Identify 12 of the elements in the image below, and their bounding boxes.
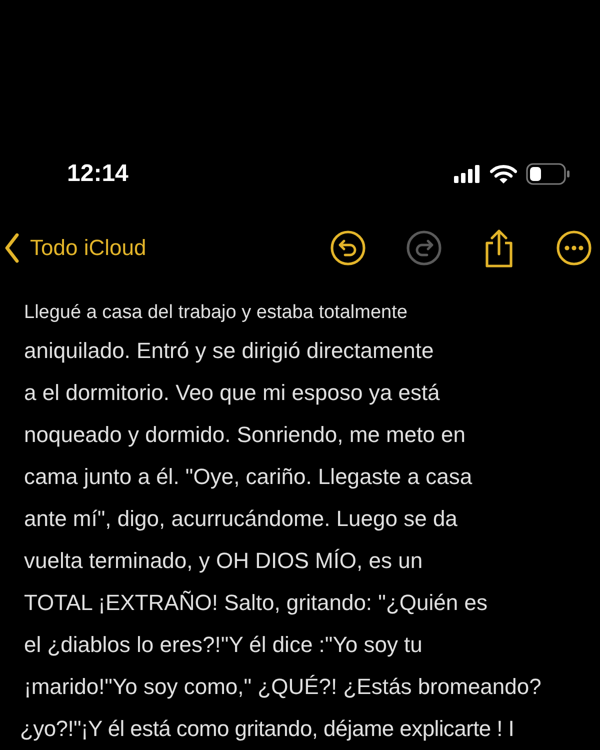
wifi-icon bbox=[490, 164, 517, 184]
redo-icon bbox=[406, 230, 442, 266]
undo-icon bbox=[330, 230, 366, 266]
undo-button[interactable] bbox=[330, 230, 366, 266]
signal-icon bbox=[454, 165, 481, 183]
more-icon bbox=[556, 230, 592, 266]
back-button[interactable]: Todo iCloud bbox=[4, 233, 146, 263]
chevron-left-icon bbox=[4, 233, 20, 263]
battery-icon bbox=[526, 163, 570, 185]
status-time: 12:14 bbox=[67, 160, 128, 188]
note-text: Llegué a casa del trabajo y estaba totalmente aniquilado. Entró y se dirigió directamente a el dormitorio. Veo que mi esposo ya está noqueado y dormido. Sonriendo, me meto en cama junto a él. "Oye, cariño. Llegaste a casa ante mí", digo, acurrucándome. Luego se da vuelta terminado, y OH DIOS MÍO, es un TOTAL ¡EXTRAÑO! Salto, gritando: "¿Quién es el ¿diablos lo eres?!"Y él dice :"Yo soy tu ¡marido!"Yo soy como," ¿QUÉ?! ¿Estás bromeando? ¿yo?!"¡Y él está como gritando, déjame explicarte ! I bbox=[19, 301, 542, 743]
more-button[interactable] bbox=[556, 230, 592, 266]
